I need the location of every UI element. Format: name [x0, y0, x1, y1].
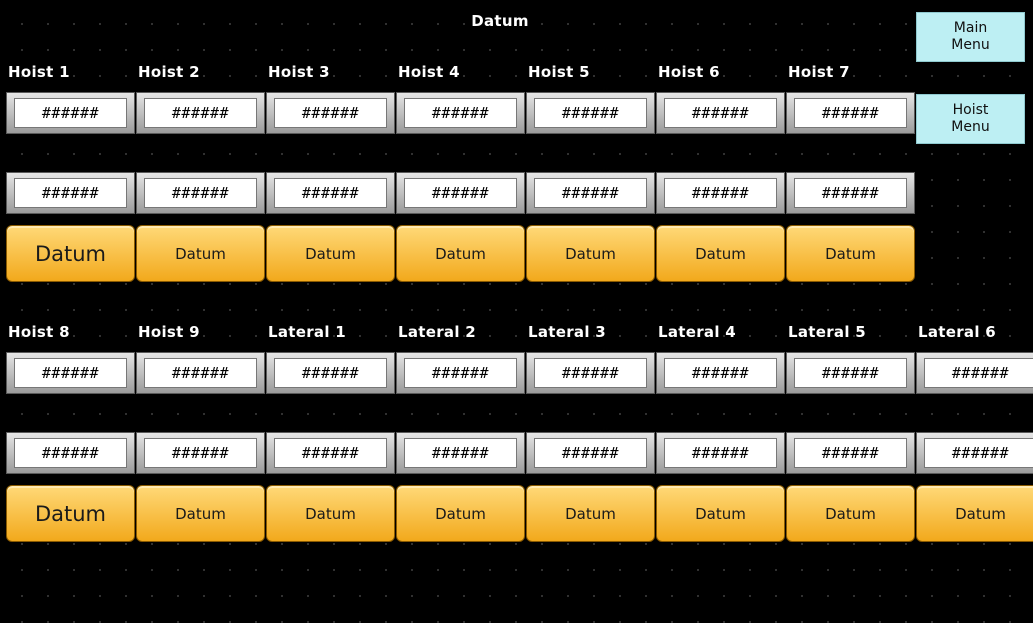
- main-menu-button[interactable]: Main Menu: [916, 12, 1025, 62]
- lateral-1-datum-display-value: ######: [274, 438, 387, 468]
- lateral-1-position-display-value: ######: [274, 358, 387, 388]
- lateral-6-label: Lateral 6: [918, 323, 997, 341]
- lateral-6-position-display-value: ######: [924, 358, 1033, 388]
- lateral-6-datum-button[interactable]: Datum: [916, 485, 1033, 542]
- hoist-9-position-display-value: ######: [144, 358, 257, 388]
- hoist-7-position-display-value: ######: [794, 98, 907, 128]
- hoist-2-datum-button[interactable]: Datum: [136, 225, 265, 282]
- lateral-5-label: Lateral 5: [788, 323, 867, 341]
- hoist-2-label: Hoist 2: [138, 63, 200, 81]
- hoist-6-position-display-value: ######: [664, 98, 777, 128]
- lateral-4-label: Lateral 4: [658, 323, 737, 341]
- hoist-5-position-display-value: ######: [534, 98, 647, 128]
- hoist-8-datum-display-value: ######: [14, 438, 127, 468]
- hoist-6-position-display: ######: [656, 92, 785, 134]
- lateral-5-datum-display: ######: [786, 432, 915, 474]
- hoist-3-position-display: ######: [266, 92, 395, 134]
- hoist-2-datum-display-value: ######: [144, 178, 257, 208]
- lateral-2-position-display-value: ######: [404, 358, 517, 388]
- hoist-9-datum-display: ######: [136, 432, 265, 474]
- lateral-3-position-display: ######: [526, 352, 655, 394]
- lateral-1-datum-button[interactable]: Datum: [266, 485, 395, 542]
- lateral-6-datum-display: ######: [916, 432, 1033, 474]
- hoist-1-datum-display: ######: [6, 172, 135, 214]
- hoist-1-position-display-value: ######: [14, 98, 127, 128]
- hoist-3-datum-display-value: ######: [274, 178, 387, 208]
- lateral-4-position-display-value: ######: [664, 358, 777, 388]
- hoist-8-position-display-value: ######: [14, 358, 127, 388]
- hoist-2-datum-display: ######: [136, 172, 265, 214]
- hoist-7-datum-display-value: ######: [794, 178, 907, 208]
- lateral-3-datum-display: ######: [526, 432, 655, 474]
- lateral-4-position-display: ######: [656, 352, 785, 394]
- hoist-6-datum-display: ######: [656, 172, 785, 214]
- lateral-3-datum-button[interactable]: Datum: [526, 485, 655, 542]
- hoist-1-datum-display-value: ######: [14, 178, 127, 208]
- lateral-5-position-display-value: ######: [794, 358, 907, 388]
- hoist-3-label: Hoist 3: [268, 63, 330, 81]
- hoist-4-position-display-value: ######: [404, 98, 517, 128]
- lateral-1-datum-display: ######: [266, 432, 395, 474]
- hoist-5-datum-display-value: ######: [534, 178, 647, 208]
- lateral-5-position-display: ######: [786, 352, 915, 394]
- hoist-8-datum-display: ######: [6, 432, 135, 474]
- hoist-4-position-display: ######: [396, 92, 525, 134]
- lateral-4-datum-display-value: ######: [664, 438, 777, 468]
- hoist-2-position-display-value: ######: [144, 98, 257, 128]
- hoist-6-datum-button[interactable]: Datum: [656, 225, 785, 282]
- lateral-2-datum-button[interactable]: Datum: [396, 485, 525, 542]
- hoist-5-position-display: ######: [526, 92, 655, 134]
- hoist-7-label: Hoist 7: [788, 63, 850, 81]
- hoist-5-datum-display: ######: [526, 172, 655, 214]
- lateral-3-datum-display-value: ######: [534, 438, 647, 468]
- hoist-2-position-display: ######: [136, 92, 265, 134]
- hoist-8-datum-button[interactable]: Datum: [6, 485, 135, 542]
- hoist-1-datum-button[interactable]: Datum: [6, 225, 135, 282]
- hoist-9-datum-button[interactable]: Datum: [136, 485, 265, 542]
- hoist-8-position-display: ######: [6, 352, 135, 394]
- hoist-5-datum-button[interactable]: Datum: [526, 225, 655, 282]
- lateral-3-position-display-value: ######: [534, 358, 647, 388]
- hoist-1-position-display: ######: [6, 92, 135, 134]
- lateral-2-position-display: ######: [396, 352, 525, 394]
- lateral-4-datum-display: ######: [656, 432, 785, 474]
- lateral-2-datum-display-value: ######: [404, 438, 517, 468]
- hoist-4-datum-display: ######: [396, 172, 525, 214]
- hoist-7-datum-display: ######: [786, 172, 915, 214]
- lateral-6-position-display: ######: [916, 352, 1033, 394]
- lateral-1-label: Lateral 1: [268, 323, 347, 341]
- hoist-menu-button[interactable]: Hoist Menu: [916, 94, 1025, 144]
- lateral-6-datum-display-value: ######: [924, 438, 1033, 468]
- page-title: Datum: [471, 12, 529, 30]
- lateral-5-datum-display-value: ######: [794, 438, 907, 468]
- lateral-4-datum-button[interactable]: Datum: [656, 485, 785, 542]
- hoist-3-position-display-value: ######: [274, 98, 387, 128]
- hoist-3-datum-button[interactable]: Datum: [266, 225, 395, 282]
- hoist-4-datum-button[interactable]: Datum: [396, 225, 525, 282]
- hoist-4-label: Hoist 4: [398, 63, 460, 81]
- hoist-8-label: Hoist 8: [8, 323, 70, 341]
- hoist-5-label: Hoist 5: [528, 63, 590, 81]
- hoist-7-position-display: ######: [786, 92, 915, 134]
- hoist-7-datum-button[interactable]: Datum: [786, 225, 915, 282]
- hoist-9-datum-display-value: ######: [144, 438, 257, 468]
- lateral-1-position-display: ######: [266, 352, 395, 394]
- hoist-6-label: Hoist 6: [658, 63, 720, 81]
- hoist-4-datum-display-value: ######: [404, 178, 517, 208]
- hoist-1-label: Hoist 1: [8, 63, 70, 81]
- lateral-3-label: Lateral 3: [528, 323, 607, 341]
- hmi-screen: Datum Main Menu Hoist Menu Hoist 1 ######…: [0, 0, 1033, 623]
- lateral-2-label: Lateral 2: [398, 323, 477, 341]
- hoist-9-position-display: ######: [136, 352, 265, 394]
- hoist-9-label: Hoist 9: [138, 323, 200, 341]
- lateral-5-datum-button[interactable]: Datum: [786, 485, 915, 542]
- hoist-6-datum-display-value: ######: [664, 178, 777, 208]
- lateral-2-datum-display: ######: [396, 432, 525, 474]
- hoist-3-datum-display: ######: [266, 172, 395, 214]
